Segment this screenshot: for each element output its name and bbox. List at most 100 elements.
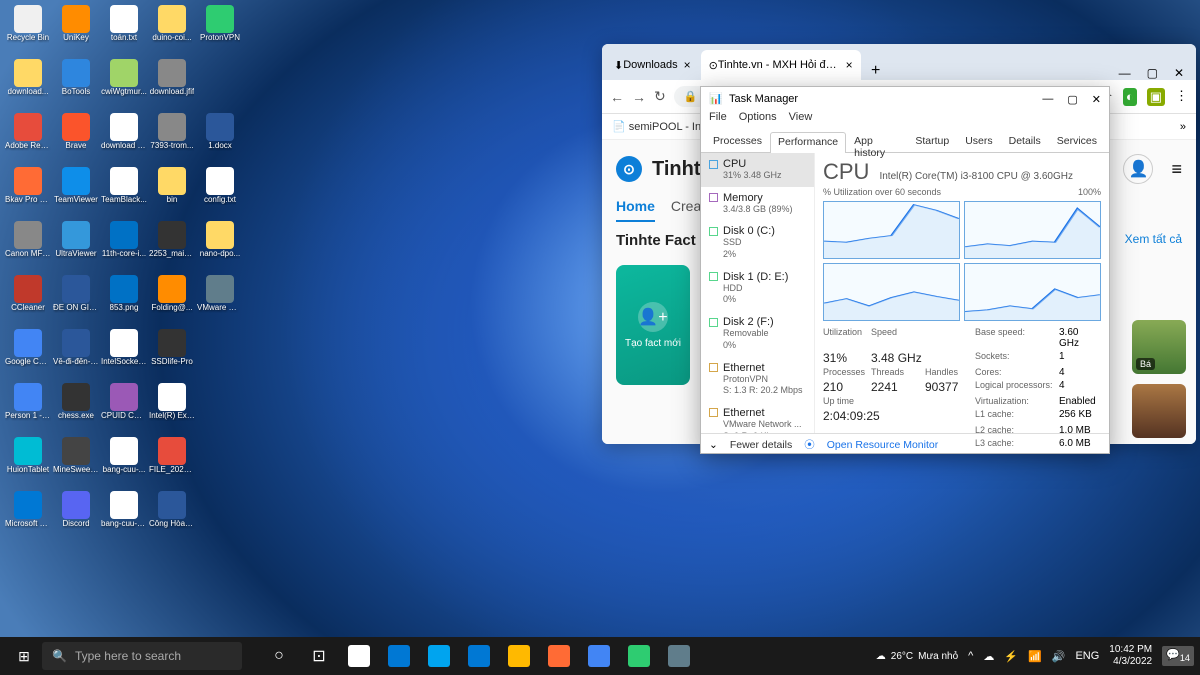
tinhte-logo[interactable]: ⊙ [616,156,642,182]
desktop-icon[interactable]: Google Chrome [5,329,51,379]
desktop-icon[interactable]: ĐỂ ÔN GIỮA HK2 KHỐI ... [53,275,99,325]
desktop-icon[interactable]: config.txt [197,167,243,217]
desktop-icon[interactable]: VMware Workstati... [197,275,243,325]
reload-button[interactable]: ↻ [654,88,666,105]
taskbar-app[interactable] [420,641,458,671]
desktop-icon[interactable]: IntelSocket... [101,329,147,379]
taskbar-app[interactable] [500,641,538,671]
wifi-icon[interactable]: 📶 [1028,650,1042,663]
desktop-icon[interactable]: CCleaner [5,275,51,325]
maximize-button[interactable]: ▢ [1147,66,1158,80]
taskmgr-tab[interactable]: Services [1049,131,1105,152]
desktop-icon[interactable]: cwiWgtmur... [101,59,147,109]
desktop-icon[interactable]: duino-coi... [149,5,195,55]
menu-icon[interactable]: ⋮ [1175,88,1188,106]
view-all-link[interactable]: Xem tất cả [1125,232,1182,249]
desktop-icon[interactable]: 7393-trom... [149,113,195,163]
browser-tab-downloads[interactable]: ⬇ Downloads × [606,50,699,80]
resource-item[interactable]: Disk 2 (F:)Removable0% [701,311,814,356]
desktop-icon[interactable]: Canon MF Toolbox 49 [5,221,51,271]
desktop-icon[interactable]: Folding@... [149,275,195,325]
resource-item[interactable]: EthernetProtonVPNS: 1.3 R: 20.2 Mbps [701,357,814,402]
taskbar-app[interactable] [380,641,418,671]
desktop-icon[interactable]: Adobe Reader XI [5,113,51,163]
desktop-icon[interactable] [197,491,243,541]
forward-button[interactable]: → [632,89,646,105]
story-thumb[interactable] [1132,384,1186,438]
taskbar-app[interactable] [660,641,698,671]
close-tab-icon[interactable]: × [684,58,691,72]
onedrive-icon[interactable]: ☁ [983,650,994,663]
hamburger-menu-icon[interactable]: ≡ [1171,159,1182,180]
taskbar-search[interactable]: 🔍 Type here to search [42,642,242,670]
clock[interactable]: 10:42 PM 4/3/2022 [1109,644,1152,668]
resource-item[interactable]: CPU31% 3.48 GHz [701,153,814,187]
notifications-button[interactable]: 💬14 [1162,646,1194,665]
desktop-icon[interactable] [197,329,243,379]
maximize-button[interactable]: ▢ [1067,93,1077,106]
desktop-icon[interactable]: Intel(R) Extreme Tu... [149,383,195,433]
menu-file[interactable]: File [709,111,727,131]
desktop-icon[interactable]: Person 1 - Chrome [5,383,51,433]
desktop-icon[interactable]: Bkav Pro 2021 Intern... [5,167,51,217]
desktop-icon[interactable]: HuionTablet [5,437,51,487]
menu-view[interactable]: View [789,111,813,131]
cortana-button[interactable]: ⊡ [300,641,338,671]
network-icon[interactable]: ⚡ [1004,650,1018,663]
desktop-icon[interactable]: bang-cuu-c... [101,491,147,541]
taskmgr-tab[interactable]: App history [846,131,907,152]
desktop-icon[interactable] [197,59,243,109]
desktop-icon[interactable]: Về-đi-đến-đa tiện mã c... [53,329,99,379]
taskmgr-tab[interactable]: Details [1001,131,1049,152]
minimize-button[interactable]: — [1119,66,1131,80]
desktop-icon[interactable]: SSDlife-Pro [149,329,195,379]
desktop-icon[interactable]: 853.png [101,275,147,325]
desktop-icon[interactable]: FILE_2022A... xin chuyển... [149,437,195,487]
desktop-icon[interactable]: Recycle Bin [5,5,51,55]
start-button[interactable]: ⊞ [6,641,42,671]
resource-item[interactable]: Memory3.4/3.8 GB (89%) [701,187,814,221]
taskbar-app[interactable] [580,641,618,671]
desktop-icon[interactable]: bang-cuu-... [101,437,147,487]
close-button[interactable]: ✕ [1174,66,1184,80]
resource-item[interactable]: EthernetVMware Network ...S: 0 R: 0 Kbps [701,402,814,433]
fewer-details-button[interactable]: Fewer details [730,439,792,451]
taskmgr-tab[interactable]: Users [957,131,1000,152]
taskbar-app[interactable] [460,641,498,671]
taskmgr-tab[interactable]: Processes [705,131,770,152]
desktop-icon[interactable]: download.jfif [149,59,195,109]
taskbar-app[interactable] [620,641,658,671]
taskbar-app[interactable] [540,641,578,671]
desktop-icon[interactable] [197,437,243,487]
desktop-icon[interactable]: Microsoft Edge [5,491,51,541]
create-fact-card[interactable]: 👤+ Tạo fact mới [616,265,690,385]
desktop-icon[interactable]: 1.docx [197,113,243,163]
desktop-icon[interactable]: bin [149,167,195,217]
minimize-button[interactable]: — [1042,93,1053,106]
desktop-icon[interactable]: toán.txt [101,5,147,55]
user-avatar[interactable]: 👤 [1123,154,1153,184]
weather-widget[interactable]: ☁ 26°C Mưa nhỏ [876,651,958,662]
bookmarks-overflow[interactable]: » [1180,121,1186,133]
ext-icon[interactable]: ▣ [1147,88,1165,106]
desktop-icon[interactable]: Discord [53,491,99,541]
desktop-icon[interactable]: nano-dpo... [197,221,243,271]
volume-icon[interactable]: 🔊 [1052,650,1066,663]
close-button[interactable]: ✕ [1092,93,1101,106]
desktop-icon[interactable]: 2253_main... [149,221,195,271]
desktop-icon[interactable]: TeamBlack... [101,167,147,217]
desktop-icon[interactable]: UltraViewer [53,221,99,271]
task-view-button[interactable]: ○ [260,641,298,671]
browser-tab-tinhte[interactable]: ⊙ Tinhte.vn - MXH Hỏi đáp, Review × [701,50,861,80]
desktop-icon[interactable]: Công Hòa Xã Hội Chủ N... [149,491,195,541]
taskmgr-tab[interactable]: Performance [770,132,846,153]
resource-monitor-link[interactable]: Open Resource Monitor [827,439,938,451]
resource-item[interactable]: Disk 0 (C:)SSD2% [701,220,814,265]
close-tab-icon[interactable]: × [846,58,853,72]
desktop-icon[interactable]: download (3).png [101,113,147,163]
taskbar-app[interactable] [340,641,378,671]
desktop-icon[interactable]: UniKey [53,5,99,55]
language-indicator[interactable]: ENG [1075,650,1099,662]
back-button[interactable]: ← [610,89,624,105]
desktop-icon[interactable]: Brave [53,113,99,163]
